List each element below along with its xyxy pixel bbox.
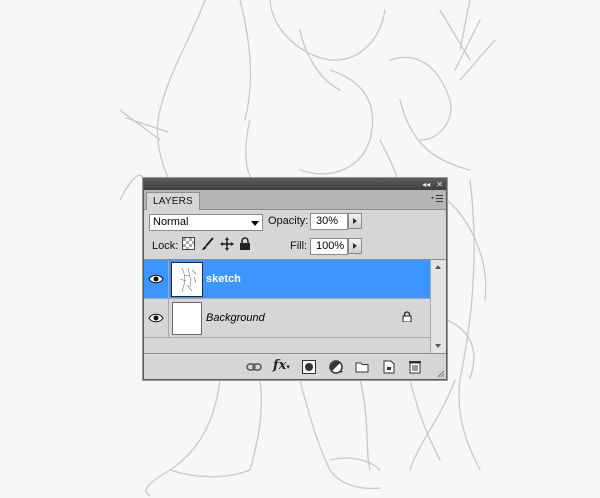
tab-row: LAYERS <box>144 190 446 210</box>
layer-name: sketch <box>206 273 241 285</box>
layer-thumbnail <box>171 262 203 297</box>
opacity-field[interactable]: 30% <box>310 213 348 230</box>
lock-position-move-icon[interactable] <box>220 237 234 254</box>
lock-pixels-brush-icon[interactable] <box>201 237 215 254</box>
visibility-eye-icon[interactable] <box>148 310 164 326</box>
lock-all-icon[interactable] <box>239 237 251 253</box>
collapse-icon[interactable]: ◂◂ <box>422 179 430 190</box>
delete-layer-icon[interactable] <box>407 359 423 375</box>
divider <box>168 260 169 299</box>
resize-grip-icon[interactable] <box>437 370 445 378</box>
layer-list-scrollbar[interactable] <box>430 260 446 353</box>
scroll-down-icon[interactable] <box>435 344 441 348</box>
layer-list: sketch Background <box>144 259 446 354</box>
blend-mode-select[interactable]: Normal <box>149 214 263 231</box>
layer-row-background[interactable]: Background <box>144 299 430 338</box>
opacity-label: Opacity: <box>268 215 309 227</box>
panel-footer: fx▾ <box>144 355 446 379</box>
lock-label: Lock: <box>152 240 179 252</box>
panel-titlebar[interactable]: ◂◂ ✕ <box>144 179 446 190</box>
fx-icon[interactable]: fx▾ <box>273 358 290 375</box>
fx-label: fx <box>273 358 287 373</box>
blend-mode-value: Normal <box>153 216 189 228</box>
opacity-slider-button[interactable] <box>348 213 362 229</box>
scroll-up-icon[interactable] <box>435 265 441 269</box>
fill-label: Fill: <box>290 240 308 252</box>
visibility-eye-icon[interactable] <box>148 271 164 287</box>
link-layers-icon[interactable] <box>246 359 262 375</box>
layer-name: Background <box>206 312 265 324</box>
tab-layers[interactable]: LAYERS <box>146 192 200 210</box>
layer-thumbnail <box>172 302 202 335</box>
layers-panel: ◂◂ ✕ LAYERS Normal Opacity: 30% Lock: Fi… <box>143 178 447 380</box>
new-layer-icon[interactable] <box>381 359 397 375</box>
adjustment-layer-icon[interactable] <box>328 359 344 375</box>
fill-field[interactable]: 100% <box>310 238 348 255</box>
lock-icon <box>402 311 412 322</box>
close-icon[interactable]: ✕ <box>436 179 443 190</box>
lock-transparent-icon[interactable] <box>182 237 195 253</box>
new-group-icon[interactable] <box>354 359 370 375</box>
lock-row: Lock: Fill: 100% <box>144 235 446 259</box>
fill-slider-button[interactable] <box>348 238 362 254</box>
divider <box>168 299 169 338</box>
blend-row: Normal Opacity: 30% <box>144 210 446 234</box>
panel-menu-icon[interactable] <box>431 194 443 204</box>
chevron-down-icon <box>251 221 259 226</box>
layer-row-sketch[interactable]: sketch <box>144 260 430 299</box>
add-mask-icon[interactable] <box>301 359 317 375</box>
